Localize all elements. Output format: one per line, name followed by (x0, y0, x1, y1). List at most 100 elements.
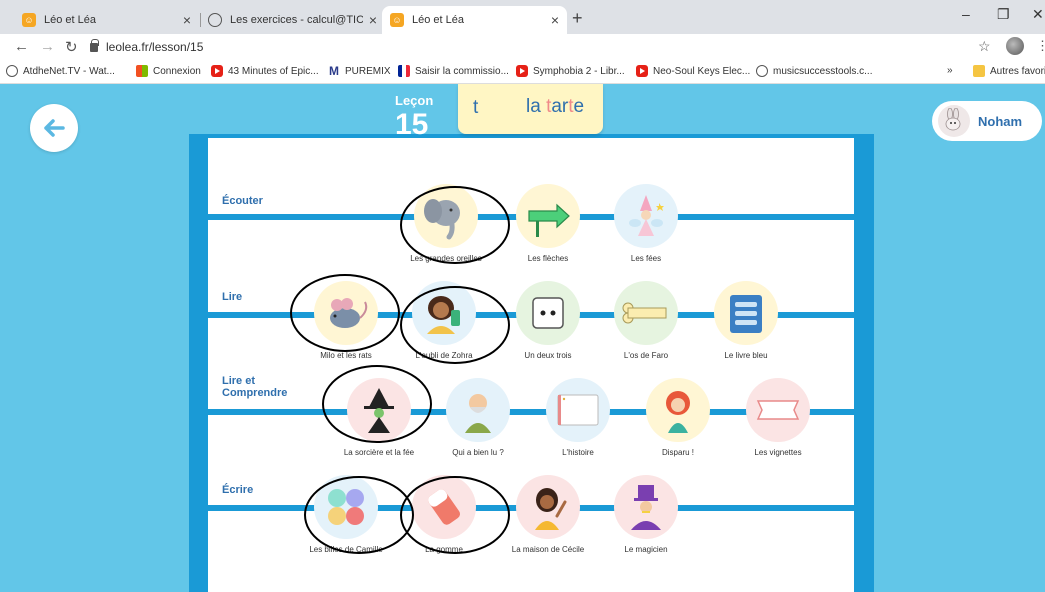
marbles-icon (314, 475, 378, 539)
bookmark-item[interactable]: M PUREMIX (328, 64, 391, 78)
lock-icon (90, 38, 99, 52)
minimize-icon[interactable]: – (962, 6, 970, 22)
close-window-icon[interactable]: ✕ (1032, 6, 1044, 23)
tab-title: Les exercices - calcul@TICE (230, 14, 363, 26)
bookmark-label: Connexion (153, 65, 201, 77)
bookmark-item[interactable]: Symphobia 2 - Libr... (516, 65, 625, 77)
bookmark-item[interactable]: musicsuccesstools.c... (756, 65, 872, 77)
tab-title: Léo et Léa (44, 14, 96, 26)
globe-icon (6, 65, 18, 77)
bookmark-item[interactable]: AtdheNet.TV - Wat... (6, 65, 115, 77)
youtube-icon (516, 65, 528, 77)
close-tab-icon[interactable]: × (369, 12, 377, 28)
exercise-la-gomme[interactable]: La gomme (404, 475, 484, 554)
restore-icon[interactable]: ❐ (997, 6, 1010, 23)
exercise-un-deux-trois[interactable]: Un deux trois (508, 281, 588, 360)
lesson-number: 15 (395, 108, 429, 141)
story-card-icon (546, 378, 610, 442)
flag-icon (398, 65, 410, 77)
bookmark-item[interactable]: Saisir la commissio... (398, 65, 509, 77)
exercise-label: La sorcière et la fée (343, 448, 415, 457)
word-part: la (526, 96, 547, 117)
bookmark-label: AtdheNet.TV - Wat... (23, 65, 115, 77)
bookmark-label: Symphobia 2 - Libr... (533, 65, 625, 77)
exercise-la-sorciere-et-la-fee[interactable]: La sorcière et la fée (339, 378, 419, 457)
row-label-lire-comprendre: Lire et Comprendre (222, 375, 288, 399)
exercise-disparu[interactable]: Disparu ! (638, 378, 718, 457)
exercise-label: L'oubli de Zohra (415, 351, 473, 360)
exercise-les-fees[interactable]: Les fées (606, 184, 686, 263)
new-tab-button[interactable]: + (572, 8, 583, 29)
url-text: leolea.fr/lesson/15 (106, 40, 204, 54)
exercise-les-vignettes[interactable]: Les vignettes (738, 378, 818, 457)
close-tab-icon[interactable]: × (183, 12, 191, 28)
exercise-label: La gomme (425, 545, 463, 554)
microsoft-icon (136, 65, 148, 77)
puremix-icon: M (329, 64, 339, 78)
menu-icon[interactable]: ⋮ (1036, 38, 1045, 54)
exercise-milo-et-les-rats[interactable]: Milo et les rats (306, 281, 386, 360)
bookmark-item[interactable]: Connexion (136, 65, 201, 77)
exercise-qui-a-bien-lu[interactable]: Qui a bien lu ? (438, 378, 518, 457)
exercise-les-billes-de-camille[interactable]: Les billes de Camille (306, 475, 386, 554)
bone-icon (614, 281, 678, 345)
lesson-word-card: t la tarte (458, 84, 603, 134)
profile-avatar[interactable] (1006, 37, 1024, 55)
chevron-double-icon: » (947, 65, 953, 76)
exercise-les-grandes-oreilles[interactable]: Les grandes oreilles (406, 184, 486, 263)
witch-icon (347, 378, 411, 442)
close-tab-icon[interactable]: × (551, 12, 559, 28)
exercise-la-maison-de-cecile[interactable]: La maison de Cécile (508, 475, 588, 554)
exercise-le-livre-bleu[interactable]: Le livre bleu (706, 281, 786, 360)
bookmark-label: Autres favoris (990, 65, 1045, 77)
bookmark-label: Neo-Soul Keys Elec... (653, 65, 751, 77)
user-name: Noham (978, 113, 1023, 129)
exercise-les-fleches[interactable]: Les flèches (508, 184, 588, 263)
bookmark-label: 43 Minutes of Epic... (228, 65, 319, 77)
exercise-label: Les billes de Camille (309, 545, 383, 554)
magician-icon (614, 475, 678, 539)
exercise-lhistoire[interactable]: L'histoire (538, 378, 618, 457)
blue-book-icon (714, 281, 778, 345)
youtube-icon (636, 65, 648, 77)
leolea-favicon-icon: ☺ (390, 13, 404, 27)
folder-icon (973, 65, 985, 77)
exercise-label: L'os de Faro (623, 351, 669, 360)
browser-tab[interactable]: Les exercices - calcul@TICE × (200, 6, 385, 34)
fairy-icon (614, 184, 678, 248)
exercise-label: Un deux trois (524, 351, 572, 360)
url-field[interactable]: leolea.fr/lesson/15 (90, 37, 203, 57)
exercise-label: Les flèches (527, 254, 569, 263)
bookmark-label: PUREMIX (345, 65, 391, 77)
other-favorites[interactable]: Autres favoris (973, 65, 1045, 77)
bookmark-item[interactable]: Neo-Soul Keys Elec... (636, 65, 750, 77)
exercise-le-magicien[interactable]: Le magicien (606, 475, 686, 554)
browser-tab[interactable]: ☺ Léo et Léa × (14, 6, 199, 34)
browser-tab-active[interactable]: ☺ Léo et Léa × (382, 6, 567, 34)
bookmark-label: musicsuccesstools.c... (773, 65, 873, 77)
label-tag-icon (746, 378, 810, 442)
girl-waving-icon (516, 475, 580, 539)
bookmark-star-icon[interactable]: ☆ (978, 38, 991, 55)
forward-nav-icon[interactable]: → (40, 38, 55, 55)
exercise-label: Les vignettes (754, 448, 802, 457)
exercise-label: Qui a bien lu ? (452, 448, 504, 457)
rabbit-avatar-icon (938, 105, 970, 137)
back-nav-icon[interactable]: ← (14, 38, 29, 55)
tab-title: Léo et Léa (412, 14, 464, 26)
bookmark-label: Saisir la commissio... (415, 65, 509, 77)
row-label-ecrire: Écrire (222, 484, 254, 496)
word-part: ar (551, 96, 569, 117)
exercise-label: Le livre bleu (724, 351, 768, 360)
user-profile-button[interactable]: Noham (932, 101, 1042, 141)
exercise-label: Les grandes oreilles (410, 254, 482, 263)
word-part: e (573, 96, 585, 117)
reload-icon[interactable]: ↻ (65, 38, 78, 56)
eraser-icon (412, 475, 476, 539)
back-button[interactable] (30, 104, 78, 152)
exercise-loubli-de-zohra[interactable]: L'oubli de Zohra (404, 281, 484, 360)
more-bookmarks-button[interactable]: » (947, 65, 953, 76)
bookmark-item[interactable]: 43 Minutes of Epic... (211, 65, 319, 77)
exercise-los-de-faro[interactable]: L'os de Faro (606, 281, 686, 360)
lesson-label: Leçon (395, 93, 434, 108)
